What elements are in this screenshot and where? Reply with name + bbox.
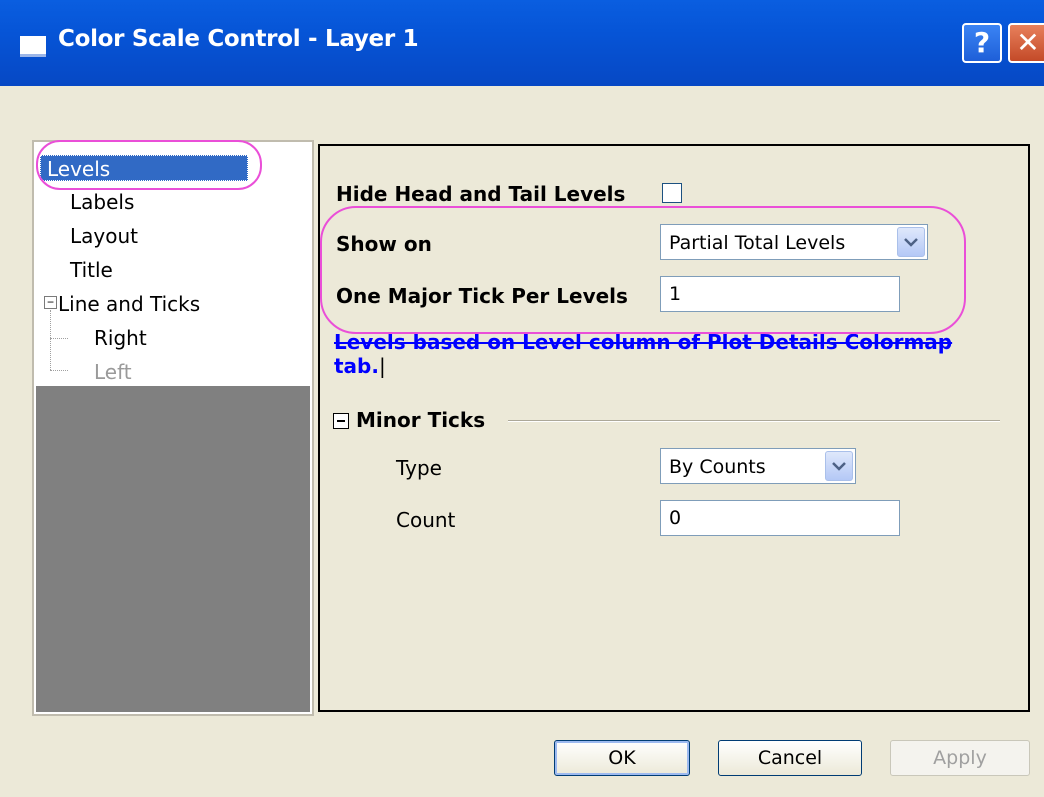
minor-type-dropdown[interactable]: By Counts <box>660 448 856 484</box>
tree-connector-line <box>50 338 68 339</box>
title-bar[interactable]: Color Scale Control - Layer 1 ? ✕ <box>0 0 1044 86</box>
tree-connector-line <box>50 370 68 371</box>
minor-ticks-collapse-icon[interactable] <box>333 413 349 429</box>
window-title: Color Scale Control - Layer 1 <box>58 26 419 52</box>
section-divider <box>508 420 1000 422</box>
tree-empty-area <box>36 386 310 712</box>
help-button[interactable]: ? <box>962 23 1002 63</box>
chevron-down-icon[interactable] <box>825 451 853 481</box>
minor-type-label: Type <box>396 456 442 480</box>
tree-item-title[interactable]: Title <box>70 258 113 282</box>
tree-item-left[interactable]: Left <box>94 360 132 384</box>
minor-ticks-section-title: Minor Ticks <box>356 408 486 432</box>
cancel-button[interactable]: Cancel <box>718 740 862 776</box>
ok-button[interactable]: OK <box>554 740 690 776</box>
close-button[interactable]: ✕ <box>1008 23 1044 63</box>
apply-button[interactable]: Apply <box>890 740 1030 776</box>
tree-item-labels[interactable]: Labels <box>70 190 134 214</box>
color-scale-control-dialog: Color Scale Control - Layer 1 ? ✕ Levels… <box>0 0 1044 797</box>
levels-info-text: Levels based on Level column of Plot Det… <box>334 330 953 378</box>
tree-item-line-and-ticks[interactable]: Line and Ticks <box>58 292 200 316</box>
collapse-toggle-icon[interactable]: − <box>44 296 57 309</box>
minor-count-label: Count <box>396 508 456 532</box>
window-icon <box>20 36 46 57</box>
hide-head-tail-checkbox[interactable] <box>662 183 682 203</box>
minor-count-value: 0 <box>669 507 682 529</box>
tree-item-right[interactable]: Right <box>94 326 147 350</box>
annotation-highlight-settings <box>320 206 966 334</box>
minor-type-value: By Counts <box>669 456 766 478</box>
annotation-highlight-levels <box>36 140 262 190</box>
info-text-line2: tab. <box>334 354 379 378</box>
tree-item-layout[interactable]: Layout <box>70 224 138 248</box>
tree-connector-line <box>50 310 51 370</box>
minor-count-input[interactable]: 0 <box>660 500 900 536</box>
hide-head-tail-label: Hide Head and Tail Levels <box>336 182 626 206</box>
